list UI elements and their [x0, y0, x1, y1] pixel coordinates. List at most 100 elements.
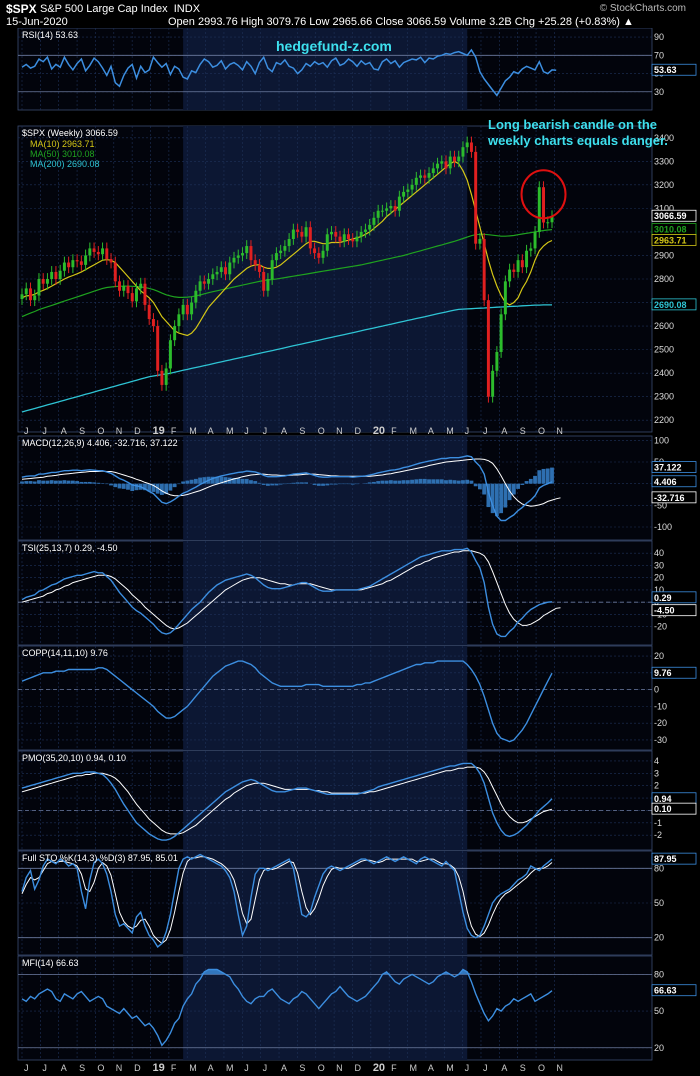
macd-histogram-bar — [537, 470, 542, 484]
macd-histogram-bar — [45, 480, 50, 484]
candle-body — [427, 173, 431, 178]
candle-body — [516, 260, 520, 272]
candle-body — [245, 246, 249, 254]
candle-body — [236, 255, 240, 258]
year-shade — [183, 851, 468, 955]
y-axis-tick-label: -10 — [654, 701, 667, 711]
y-axis-tick-label: 40 — [654, 548, 664, 558]
candle-body — [414, 177, 418, 185]
candle-body — [219, 267, 223, 272]
candle-body — [304, 227, 308, 237]
year-shade — [183, 541, 468, 645]
x-axis-tick-label: M — [189, 1063, 197, 1073]
candle-body — [436, 163, 440, 169]
macd-histogram-bar — [482, 483, 487, 495]
macd-histogram-bar — [321, 483, 325, 486]
y-axis-tick-label: 0 — [654, 685, 659, 695]
chart-canvas: J J A S O N D 19 F M A M J J A S O N D 20 F M A M J J A S O NJ J A S O N D 1… — [17, 28, 697, 1074]
candle-body — [542, 187, 546, 223]
candle-body — [283, 246, 287, 251]
candle-body — [126, 286, 130, 294]
candle-body — [491, 370, 495, 397]
candle-body — [130, 293, 134, 302]
y-axis-tick-label: 30 — [654, 560, 664, 570]
macd-histogram-bar — [181, 481, 186, 484]
candle-body — [444, 161, 448, 169]
y-axis-tick-label: 2200 — [654, 415, 674, 425]
macd-histogram-bar — [473, 483, 478, 487]
candle-body — [96, 251, 100, 255]
ohlc-summary: Open 2993.76 High 3079.76 Low 2965.66 Cl… — [168, 16, 634, 28]
candle-body — [198, 281, 202, 291]
panel-title: MACD(12,26,9) 4.406, -32.716, 37.122 — [22, 438, 178, 448]
x-axis-tick-label: N — [336, 426, 343, 436]
sto-last-value: 87.95 — [654, 854, 677, 864]
x-axis-tick-label: D — [134, 1063, 141, 1073]
ticker-symbol: $SPX — [6, 2, 37, 16]
macd-histogram-bar — [299, 482, 304, 484]
panel-title: TSI(25,13,7) 0.29, -4.50 — [22, 543, 118, 553]
pmo-last-value: 0.10 — [654, 804, 672, 814]
price-last-value: 2963.71 — [654, 235, 687, 245]
candle-body — [423, 175, 427, 178]
macd-histogram-bar — [507, 483, 512, 501]
x-axis-tick-label: A — [281, 1063, 287, 1073]
macd-histogram-bar — [393, 480, 398, 484]
macd-histogram-bar — [121, 483, 126, 489]
candle-body — [101, 248, 105, 255]
candle-body — [84, 255, 88, 265]
candle-body — [20, 294, 24, 300]
candle-body — [173, 326, 177, 341]
legend-entry: MA(50) 3010.08 — [30, 149, 95, 159]
candle-body — [50, 271, 54, 279]
macd-histogram-bar — [418, 478, 423, 484]
y-axis-tick-label: 2600 — [654, 321, 674, 331]
x-axis-tick-label: J — [24, 1063, 29, 1073]
y-axis-tick-label: 2500 — [654, 345, 674, 355]
x-axis-tick-label: A — [61, 1063, 67, 1073]
y-axis-tick-label: 2900 — [654, 250, 674, 260]
year-shade — [183, 646, 468, 750]
macd-histogram-bar — [92, 482, 96, 484]
y-axis-tick-label: 20 — [654, 573, 664, 583]
x-axis-tick-label: A — [501, 426, 507, 436]
macd-histogram-bar — [325, 483, 330, 486]
macd-histogram-bar — [240, 478, 245, 484]
candle-body — [482, 238, 486, 301]
candle-body — [211, 274, 215, 279]
panel-title: PMO(35,20,10) 0.94, 0.10 — [22, 753, 126, 763]
macd-histogram-bar — [266, 483, 270, 486]
candle-body — [109, 258, 113, 263]
candle-body — [33, 295, 37, 301]
x-axis-tick-label: J — [244, 426, 249, 436]
macd-histogram-bar — [185, 480, 190, 484]
chart-date: 15-Jun-2020 — [6, 16, 68, 28]
candle-body — [270, 260, 274, 279]
x-axis-tick-label: J — [24, 426, 29, 436]
y-axis-tick-label: 80 — [654, 969, 664, 979]
macd-histogram-bar — [261, 483, 266, 485]
x-axis-tick-label: O — [538, 1063, 545, 1073]
candle-body — [495, 351, 499, 371]
candle-body — [181, 304, 185, 315]
x-axis-tick-label: J — [244, 1063, 249, 1073]
candle-body — [410, 184, 414, 190]
macd-histogram-bar — [109, 483, 113, 486]
macd-histogram-bar — [333, 483, 338, 485]
x-axis-tick-label: D — [354, 426, 361, 436]
macd-histogram-bar — [189, 479, 194, 484]
candle-body — [529, 248, 533, 251]
macd-histogram-bar — [20, 481, 24, 484]
candle-body — [308, 227, 312, 249]
x-axis-tick-label: 20 — [373, 425, 385, 437]
index-title: S&P 500 Large Cap Index — [40, 3, 168, 15]
candle-body — [486, 300, 490, 397]
macd-histogram-bar — [270, 483, 275, 486]
candle-body — [380, 210, 384, 212]
macd-histogram-bar — [384, 480, 389, 484]
candle-body — [228, 262, 232, 275]
x-axis-tick-label: S — [520, 426, 526, 436]
candle-body — [431, 168, 435, 174]
candle-body — [440, 161, 444, 164]
macd-histogram-bar — [469, 480, 474, 484]
